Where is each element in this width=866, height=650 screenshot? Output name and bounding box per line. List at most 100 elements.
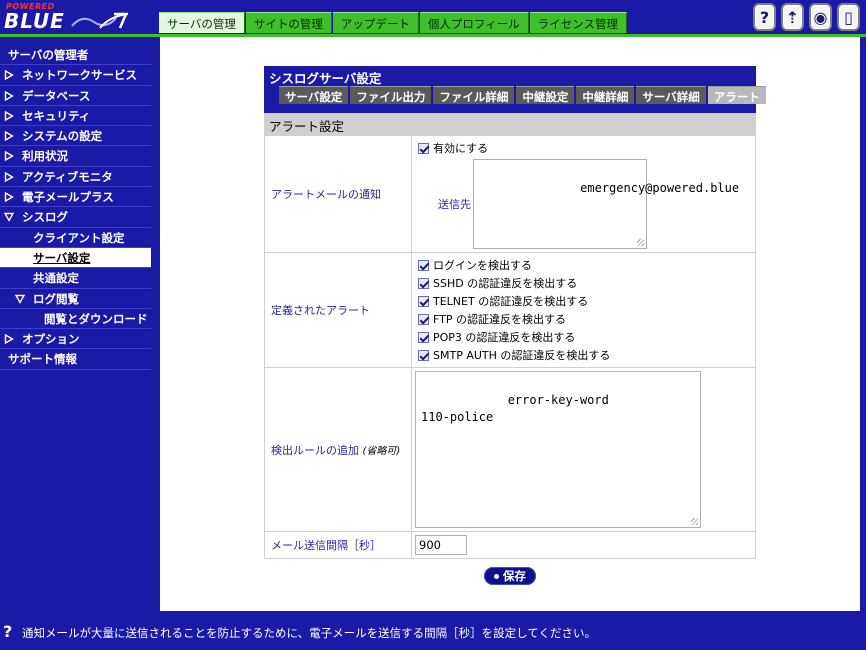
header-actions: ? ⇡ ◉ ▯ bbox=[753, 3, 860, 31]
alert-sshd-checkbox-row[interactable]: SSHD の認証違反を検出する bbox=[418, 274, 752, 292]
alert-login-checkbox[interactable] bbox=[418, 259, 429, 271]
expand-down-icon bbox=[4, 213, 14, 223]
tab-relay-details[interactable]: 中継詳細 bbox=[576, 86, 635, 104]
destination-textarea[interactable]: emergency@powered.blue bbox=[473, 159, 739, 249]
resize-grip-icon[interactable] bbox=[691, 518, 698, 525]
panel-tabs: サーバ設定 ファイル出力 ファイル詳細 中継設定 中継詳細 サーバ詳細 アラート bbox=[279, 86, 766, 104]
expand-right-icon bbox=[4, 334, 14, 345]
expand-right-icon bbox=[4, 192, 14, 203]
tab-alert[interactable]: アラート bbox=[707, 86, 766, 104]
sidebar-item-active-monitor[interactable]: アクティブモニタ bbox=[0, 167, 151, 188]
resize-grip-icon[interactable] bbox=[637, 239, 644, 246]
alert-settings-form: アラートメールの通知 有効にする 送信先 emergency@powered.b… bbox=[264, 135, 756, 559]
top-tab-personal-profile[interactable]: 個人プロフィール bbox=[419, 12, 529, 33]
eye-icon[interactable]: ◉ bbox=[809, 3, 832, 31]
help-icon[interactable]: ? bbox=[753, 3, 776, 31]
sidebar-item-label: ネットワークサービス bbox=[22, 68, 137, 83]
sidebar-item-label: 共通設定 bbox=[33, 271, 79, 286]
sidebar-item-server-admin[interactable]: サーバの管理者 bbox=[0, 45, 151, 66]
alert-pop3-label: POP3 の認証違反を検出する bbox=[433, 331, 576, 344]
mail-interval-value: 900 bbox=[411, 531, 756, 559]
destination-group: 送信先 emergency@powered.blue bbox=[415, 159, 752, 249]
save-button[interactable]: 保存 bbox=[484, 567, 536, 585]
expand-right-icon bbox=[4, 171, 14, 182]
tab-relay-settings[interactable]: 中継設定 bbox=[516, 86, 575, 104]
expand-right-icon bbox=[4, 110, 14, 121]
top-tab-update[interactable]: アップデート bbox=[332, 12, 419, 33]
sidebar-item-view-download[interactable]: 閲覧とダウンロード bbox=[0, 309, 151, 330]
detect-rule-textarea[interactable]: error-key-word 110-police bbox=[415, 371, 701, 528]
syslog-server-settings-panel: シスログサーバ設定 サーバ設定 ファイル出力 ファイル詳細 中継設定 中継詳細 … bbox=[264, 66, 766, 559]
sidebar-item-label: データベース bbox=[22, 88, 91, 103]
sidebar-item-client-settings[interactable]: クライアント設定 bbox=[0, 228, 151, 248]
help-message: 通知メールが大量に送信されることを防止するために、電子メールを送信する間隔［秒］… bbox=[22, 626, 596, 640]
sidebar-item-syslog[interactable]: シスログ bbox=[0, 207, 151, 228]
header: POWERED BLUE サーバの管理 サイトの管理 アップデート 個人プロフィ… bbox=[0, 0, 866, 37]
enable-checkbox-row[interactable]: 有効にする bbox=[418, 139, 752, 157]
detect-rule-label: 検出ルールの追加 bbox=[271, 443, 359, 457]
save-bullet-icon bbox=[494, 573, 499, 579]
detect-rule-value: error-key-word 110-police bbox=[411, 367, 756, 532]
tab-file-details[interactable]: ファイル詳細 bbox=[433, 86, 515, 104]
tab-server-details[interactable]: サーバ詳細 bbox=[636, 86, 706, 104]
tab-server-settings[interactable]: サーバ設定 bbox=[279, 86, 349, 104]
sidebar-item-database[interactable]: データベース bbox=[0, 86, 151, 106]
tab-file-output[interactable]: ファイル出力 bbox=[350, 86, 432, 104]
sidebar-item-label: ログ閲覧 bbox=[33, 291, 79, 306]
alert-sshd-label: SSHD の認証違反を検出する bbox=[433, 277, 578, 290]
alert-mail-label: アラートメールの通知 bbox=[264, 135, 412, 253]
sidebar-item-usage[interactable]: 利用状況 bbox=[0, 146, 151, 167]
expand-right-icon bbox=[4, 151, 14, 162]
sidebar-item-label: サーバの管理者 bbox=[8, 48, 89, 62]
alert-ftp-checkbox-row[interactable]: FTP の認証違反を検出する bbox=[418, 310, 752, 328]
defined-alerts-row: 定義されたアラート ログインを検出する SSHD の認証違反を検出する TELN… bbox=[264, 252, 756, 368]
sidebar: サーバの管理者 ネットワークサービス データベース セキュリティ システムの設定… bbox=[0, 37, 160, 611]
sidebar-item-log-view[interactable]: ログ閲覧 bbox=[0, 289, 151, 309]
powered-blue-logo: POWERED BLUE bbox=[4, 2, 154, 34]
sidebar-item-system-settings[interactable]: システムの設定 bbox=[0, 126, 151, 147]
alert-ftp-checkbox[interactable] bbox=[418, 313, 429, 325]
sidebar-item-label: シスログ bbox=[22, 210, 68, 225]
alert-smtp-auth-checkbox[interactable] bbox=[418, 349, 429, 361]
expand-right-icon bbox=[4, 131, 14, 142]
sidebar-item-network-services[interactable]: ネットワークサービス bbox=[0, 65, 151, 86]
logout-icon[interactable]: ▯ bbox=[837, 3, 860, 31]
alert-pop3-checkbox-row[interactable]: POP3 の認証違反を検出する bbox=[418, 328, 752, 346]
sidebar-item-label: サーバ設定 bbox=[33, 250, 91, 265]
alert-telnet-checkbox[interactable] bbox=[418, 295, 429, 307]
sidebar-item-label: アクティブモニタ bbox=[22, 169, 113, 184]
alert-telnet-checkbox-row[interactable]: TELNET の認証違反を検出する bbox=[418, 292, 752, 310]
defined-alerts-label: 定義されたアラート bbox=[264, 252, 412, 368]
top-tab-license[interactable]: ライセンス管理 bbox=[529, 12, 627, 33]
alert-login-label: ログインを検出する bbox=[433, 259, 532, 272]
destination-value: emergency@powered.blue bbox=[580, 181, 740, 195]
sidebar-item-security[interactable]: セキュリティ bbox=[0, 106, 151, 127]
alert-login-checkbox-row[interactable]: ログインを検出する bbox=[418, 256, 752, 274]
mail-interval-input[interactable]: 900 bbox=[415, 535, 467, 555]
alert-ftp-label: FTP の認証違反を検出する bbox=[433, 313, 566, 326]
sidebar-item-label: オプション bbox=[22, 332, 80, 347]
top-tab-site-admin[interactable]: サイトの管理 bbox=[245, 12, 332, 33]
alert-smtp-auth-checkbox-row[interactable]: SMTP AUTH の認証違反を検出する bbox=[418, 346, 752, 364]
top-navigation: サーバの管理 サイトの管理 アップデート 個人プロフィール ライセンス管理 bbox=[159, 12, 627, 33]
top-tab-server-admin[interactable]: サーバの管理 bbox=[159, 12, 245, 33]
alert-sshd-checkbox[interactable] bbox=[418, 277, 429, 289]
alert-telnet-label: TELNET の認証違反を検出する bbox=[433, 295, 589, 308]
sidebar-item-common-settings[interactable]: 共通設定 bbox=[0, 268, 151, 289]
sidebar-item-server-settings[interactable]: サーバ設定 bbox=[0, 247, 151, 269]
alert-pop3-checkbox[interactable] bbox=[418, 331, 429, 343]
enable-checkbox-label: 有効にする bbox=[433, 142, 489, 155]
sidebar-item-options[interactable]: オプション bbox=[0, 329, 151, 350]
enable-checkbox[interactable] bbox=[418, 142, 429, 154]
upload-icon[interactable]: ⇡ bbox=[781, 3, 804, 31]
mail-interval-label: メール送信間隔［秒］ bbox=[264, 531, 412, 559]
help-question-icon: ? bbox=[3, 622, 13, 641]
expand-right-icon bbox=[4, 70, 14, 81]
alert-mail-row: アラートメールの通知 有効にする 送信先 emergency@powered.b… bbox=[264, 135, 756, 253]
sidebar-item-support-info[interactable]: サポート情報 bbox=[0, 349, 151, 370]
sidebar-item-email-plus[interactable]: 電子メールプラス bbox=[0, 187, 151, 208]
expand-right-icon bbox=[4, 90, 14, 101]
expand-down-icon bbox=[15, 294, 25, 304]
sidebar-menu: サーバの管理者 ネットワークサービス データベース セキュリティ システムの設定… bbox=[0, 45, 160, 370]
sidebar-item-label: システムの設定 bbox=[22, 129, 103, 144]
